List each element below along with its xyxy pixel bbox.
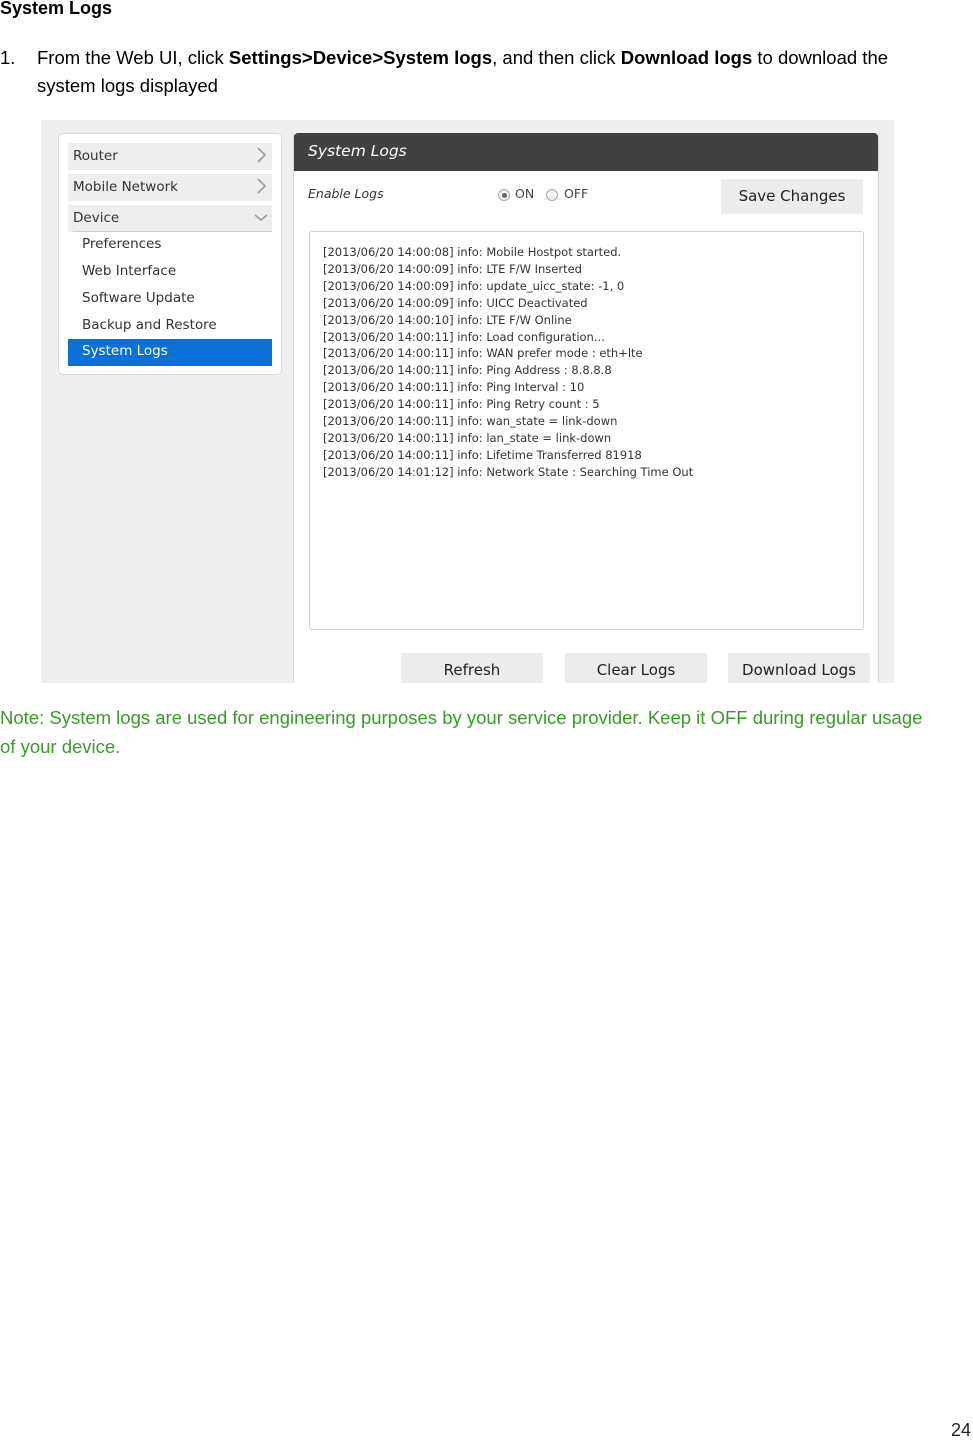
- chevron-down-icon: [254, 214, 268, 222]
- refresh-button[interactable]: Refresh: [401, 653, 543, 683]
- sidebar-item-web-interface[interactable]: Web Interface: [68, 259, 272, 286]
- download-logs-button[interactable]: Download Logs: [728, 653, 870, 683]
- panel-title: System Logs: [308, 142, 407, 160]
- log-line: [2013/06/20 14:00:09] info: LTE F/W Inse…: [323, 261, 582, 276]
- chevron-right-icon: [257, 178, 267, 194]
- sidebar-item-label: Web Interface: [82, 263, 177, 279]
- log-line: [2013/06/20 14:00:11] info: WAN prefer m…: [323, 346, 643, 361]
- sidebar-item-label: Preferences: [82, 236, 162, 252]
- panel-header: System Logs: [294, 133, 878, 171]
- system-logs-panel: System Logs Enable Logs ON OFF Save Chan…: [293, 133, 879, 683]
- log-lines: [2013/06/20 14:00:08] info: Mobile Hostp…: [323, 244, 693, 481]
- sidebar-item-system-logs[interactable]: System Logs: [68, 339, 272, 366]
- log-line: [2013/06/20 14:00:11] info: wan_state = …: [323, 414, 618, 429]
- log-line: [2013/06/20 14:00:08] info: Mobile Hostp…: [323, 245, 622, 259]
- sidebar-item-mobile-network[interactable]: Mobile Network: [68, 174, 272, 201]
- log-line: [2013/06/20 14:01:12] info: Network Stat…: [323, 464, 694, 479]
- doc-heading: System Logs: [0, 0, 113, 18]
- sidebar-item-device[interactable]: Device: [68, 205, 272, 232]
- log-textarea[interactable]: [2013/06/20 14:00:08] info: Mobile Hostp…: [309, 231, 864, 630]
- step-number: 1.: [0, 47, 16, 68]
- sidebar-item-software-update[interactable]: Software Update: [68, 286, 272, 313]
- step-menu-path: Settings>Device>System logs: [228, 47, 493, 68]
- web-ui-screenshot: Router Mobile Network Device Preferences…: [41, 120, 894, 683]
- log-line: [2013/06/20 14:00:11] info: lan_state = …: [323, 430, 612, 445]
- sidebar-item-backup-restore[interactable]: Backup and Restore: [68, 313, 272, 340]
- chevron-right-icon: [257, 147, 267, 163]
- sidebar-item-label: Mobile Network: [73, 179, 178, 195]
- clear-logs-button[interactable]: Clear Logs: [565, 653, 707, 683]
- page-number: 24: [950, 1420, 971, 1440]
- log-line: [2013/06/20 14:00:09] info: UICC Deactiv…: [323, 295, 588, 310]
- step-text-part: , and then click: [492, 47, 621, 68]
- note-text: Note: System logs are used for engineeri…: [0, 707, 923, 757]
- log-line: [2013/06/20 14:00:11] info: Ping Retry c…: [323, 397, 600, 412]
- save-changes-button[interactable]: Save Changes: [721, 179, 863, 214]
- sidebar-item-label: Backup and Restore: [82, 317, 217, 333]
- step-text: From the Web UI, click Settings>Device>S…: [37, 44, 917, 100]
- settings-sidebar: Router Mobile Network Device Preferences…: [58, 133, 282, 375]
- radio-off[interactable]: [546, 189, 558, 201]
- sidebar-item-label: Router: [73, 148, 118, 164]
- sidebar-item-label: System Logs: [82, 343, 168, 359]
- step-button-name: Download logs: [620, 47, 753, 68]
- log-line: [2013/06/20 14:00:11] info: Lifetime Tra…: [323, 447, 642, 462]
- log-line: [2013/06/20 14:00:11] info: Ping Address…: [323, 363, 612, 378]
- sidebar-item-preferences[interactable]: Preferences: [68, 232, 272, 259]
- sidebar-item-label: Software Update: [82, 290, 195, 306]
- sidebar-item-label: Device: [73, 210, 120, 226]
- radio-on[interactable]: [498, 189, 510, 201]
- log-line: [2013/06/20 14:00:10] info: LTE F/W Onli…: [323, 312, 572, 327]
- log-line: [2013/06/20 14:00:11] info: Load configu…: [323, 329, 605, 344]
- log-line: [2013/06/20 14:00:09] info: update_uicc_…: [323, 278, 625, 293]
- enable-logs-label: Enable Logs: [308, 186, 384, 201]
- step-text-part: From the Web UI, click: [37, 47, 229, 68]
- sidebar-item-router[interactable]: Router: [68, 143, 272, 170]
- radio-on-label: ON: [515, 186, 535, 201]
- radio-off-label: OFF: [564, 186, 589, 201]
- log-line: [2013/06/20 14:00:11] info: Ping Interva…: [323, 380, 585, 395]
